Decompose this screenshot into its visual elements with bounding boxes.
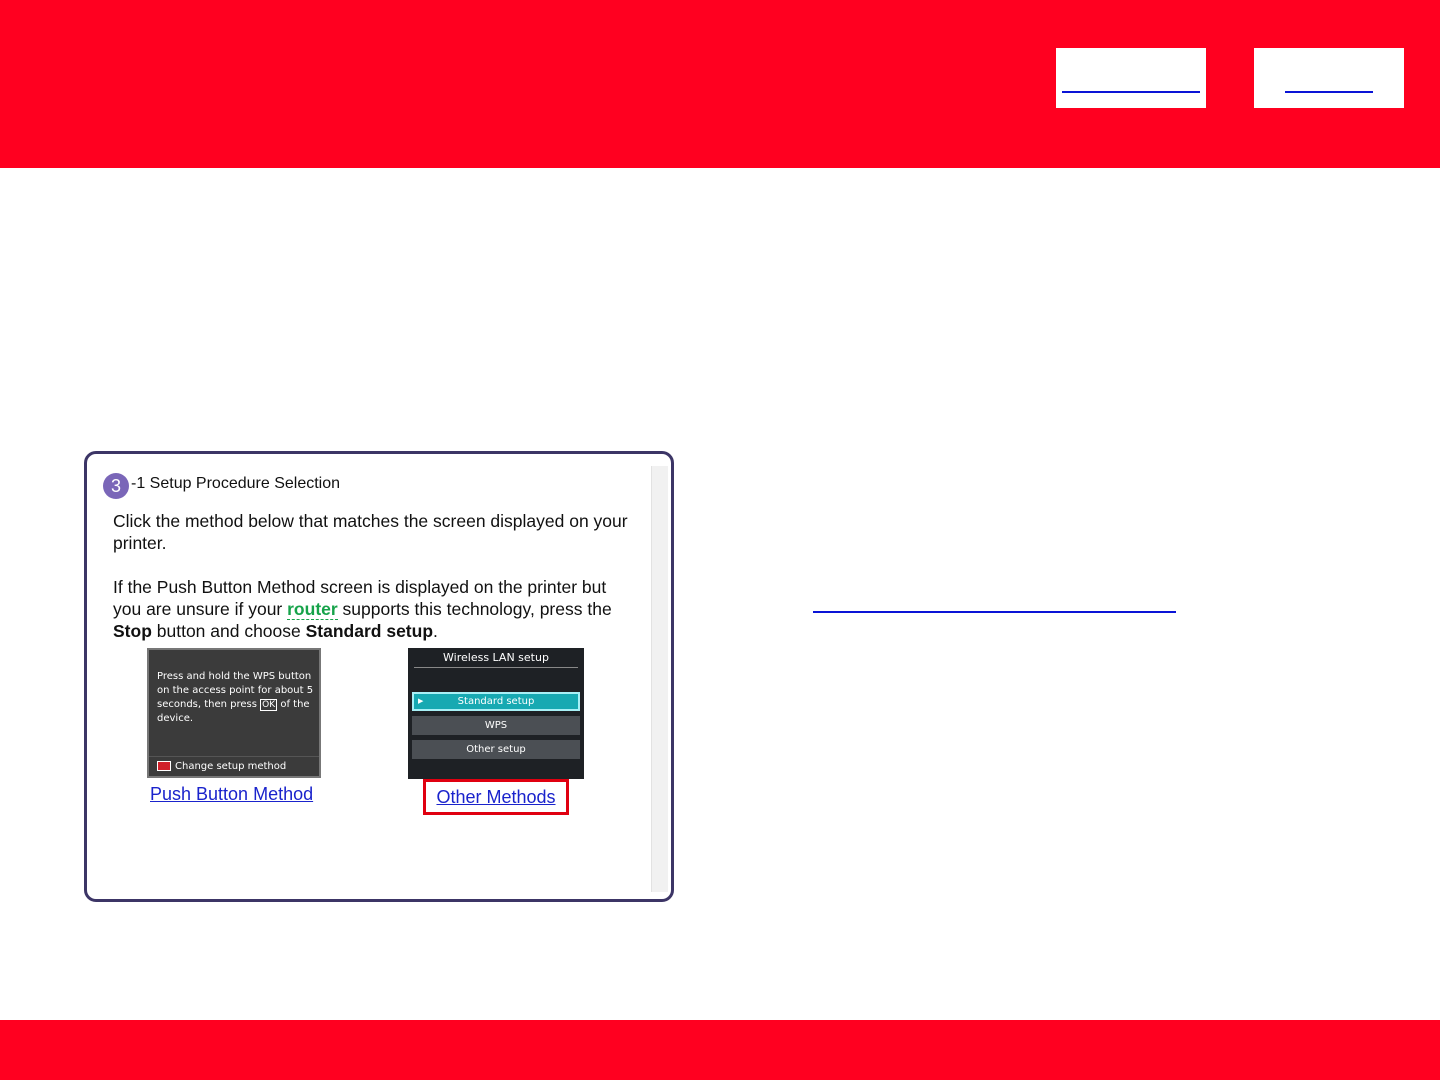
setup-procedure-panel: 3 -1 Setup Procedure Selection Click the… [84, 451, 674, 902]
reference-link[interactable] [813, 611, 1176, 613]
lcd-title: Wireless LAN setup [414, 651, 578, 668]
other-methods-link[interactable]: Other Methods [436, 787, 555, 808]
next-link[interactable] [1285, 91, 1373, 93]
nav-back-button[interactable] [1056, 48, 1206, 108]
lcd-footer-text: Change setup method [175, 761, 287, 772]
panel-title: -1 Setup Procedure Selection [131, 475, 341, 492]
lcd-footer: Change setup method [149, 756, 319, 776]
back-link[interactable] [1062, 91, 1200, 93]
push-button-note: If the Push Button Method screen is disp… [113, 576, 633, 642]
bottom-banner [0, 1020, 1440, 1080]
top-banner [0, 0, 1440, 168]
lcd-option-standard-setup: ▶ Standard setup [412, 692, 580, 711]
standard-setup-label: Standard setup [305, 621, 434, 641]
lcd-message: Press and hold the WPS button on the acc… [157, 670, 317, 726]
other-methods-highlight: Other Methods [423, 779, 569, 815]
lcd-option-other-setup: Other setup [412, 740, 580, 759]
ok-key-label: OK [260, 699, 278, 711]
step-number-badge: 3 [103, 473, 129, 499]
wireless-lan-setup-screen-image: Wireless LAN setup ▶ Standard setup WPS O… [408, 648, 584, 779]
lcd-option-label: Other setup [466, 744, 526, 755]
push-button-screen-image: Press and hold the WPS button on the acc… [147, 648, 321, 778]
nav-next-button[interactable] [1254, 48, 1404, 108]
selection-arrow-icon: ▶ [418, 697, 424, 705]
panel-scrollbar[interactable] [651, 466, 668, 892]
router-glossary-link[interactable]: router [287, 599, 338, 620]
note-text: button and choose [151, 621, 306, 641]
stop-label: Stop [113, 621, 152, 641]
stop-button-icon [157, 761, 171, 771]
instruction-text: Click the method below that matches the … [113, 511, 628, 553]
note-text: supports this technology, press the [337, 599, 612, 619]
lcd-option-label: WPS [484, 720, 508, 731]
push-button-method-link[interactable]: Push Button Method [150, 784, 313, 805]
lcd-option-wps: WPS [412, 716, 580, 735]
lcd-option-label: Standard setup [457, 696, 535, 707]
note-text: . [433, 621, 438, 641]
